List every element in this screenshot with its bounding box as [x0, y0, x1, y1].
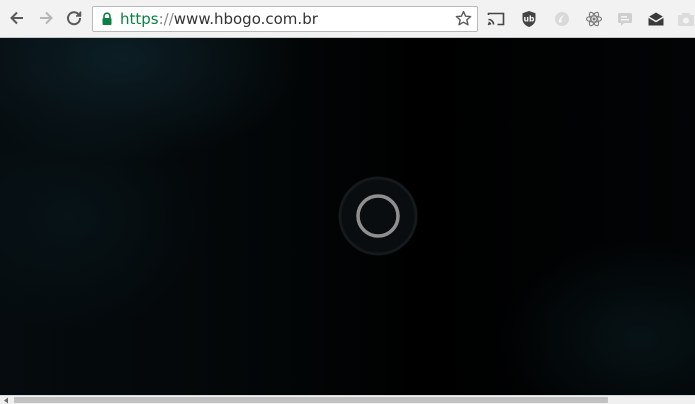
extension-swirl-icon — [555, 12, 569, 26]
page-content — [0, 38, 695, 395]
forward-button[interactable] — [35, 7, 57, 29]
address-bar[interactable]: https://www.hbogo.com.br — [92, 6, 478, 32]
extension-swirl-button[interactable] — [552, 9, 572, 29]
scroll-left-arrow-icon[interactable] — [2, 397, 10, 404]
camera-icon — [678, 13, 694, 26]
react-devtools-button[interactable] — [584, 9, 604, 29]
url-host: www.hbogo.com.br — [173, 10, 318, 28]
star-icon[interactable] — [455, 10, 472, 27]
back-button[interactable] — [6, 7, 28, 29]
ublock-button[interactable]: ub — [519, 9, 539, 29]
ublock-icon: ub — [522, 11, 536, 27]
url-separator: :// — [158, 10, 174, 28]
svg-text:ub: ub — [524, 15, 535, 24]
reload-button[interactable] — [63, 7, 85, 29]
mail-button[interactable] — [646, 9, 666, 29]
url-text: https://www.hbogo.com.br — [120, 10, 318, 28]
cast-icon — [487, 12, 505, 26]
cast-button[interactable] — [486, 9, 506, 29]
loading-spinner-icon — [338, 176, 418, 256]
horizontal-scrollbar[interactable] — [0, 395, 695, 404]
loading-spinner — [337, 175, 419, 257]
arrow-left-icon — [10, 11, 23, 25]
mail-icon — [648, 12, 664, 26]
react-devtools-icon — [585, 11, 603, 27]
arrow-right-icon — [40, 11, 53, 25]
scrollbar-thumb[interactable] — [14, 397, 608, 403]
extension-chat-button[interactable] — [615, 9, 635, 29]
lock-icon — [102, 12, 112, 25]
extension-chat-icon — [618, 13, 632, 26]
reload-icon — [67, 11, 82, 26]
url-scheme: https — [120, 10, 159, 28]
browser-toolbar: https://www.hbogo.com.br ub — [0, 0, 695, 38]
camera-button[interactable] — [676, 9, 695, 29]
